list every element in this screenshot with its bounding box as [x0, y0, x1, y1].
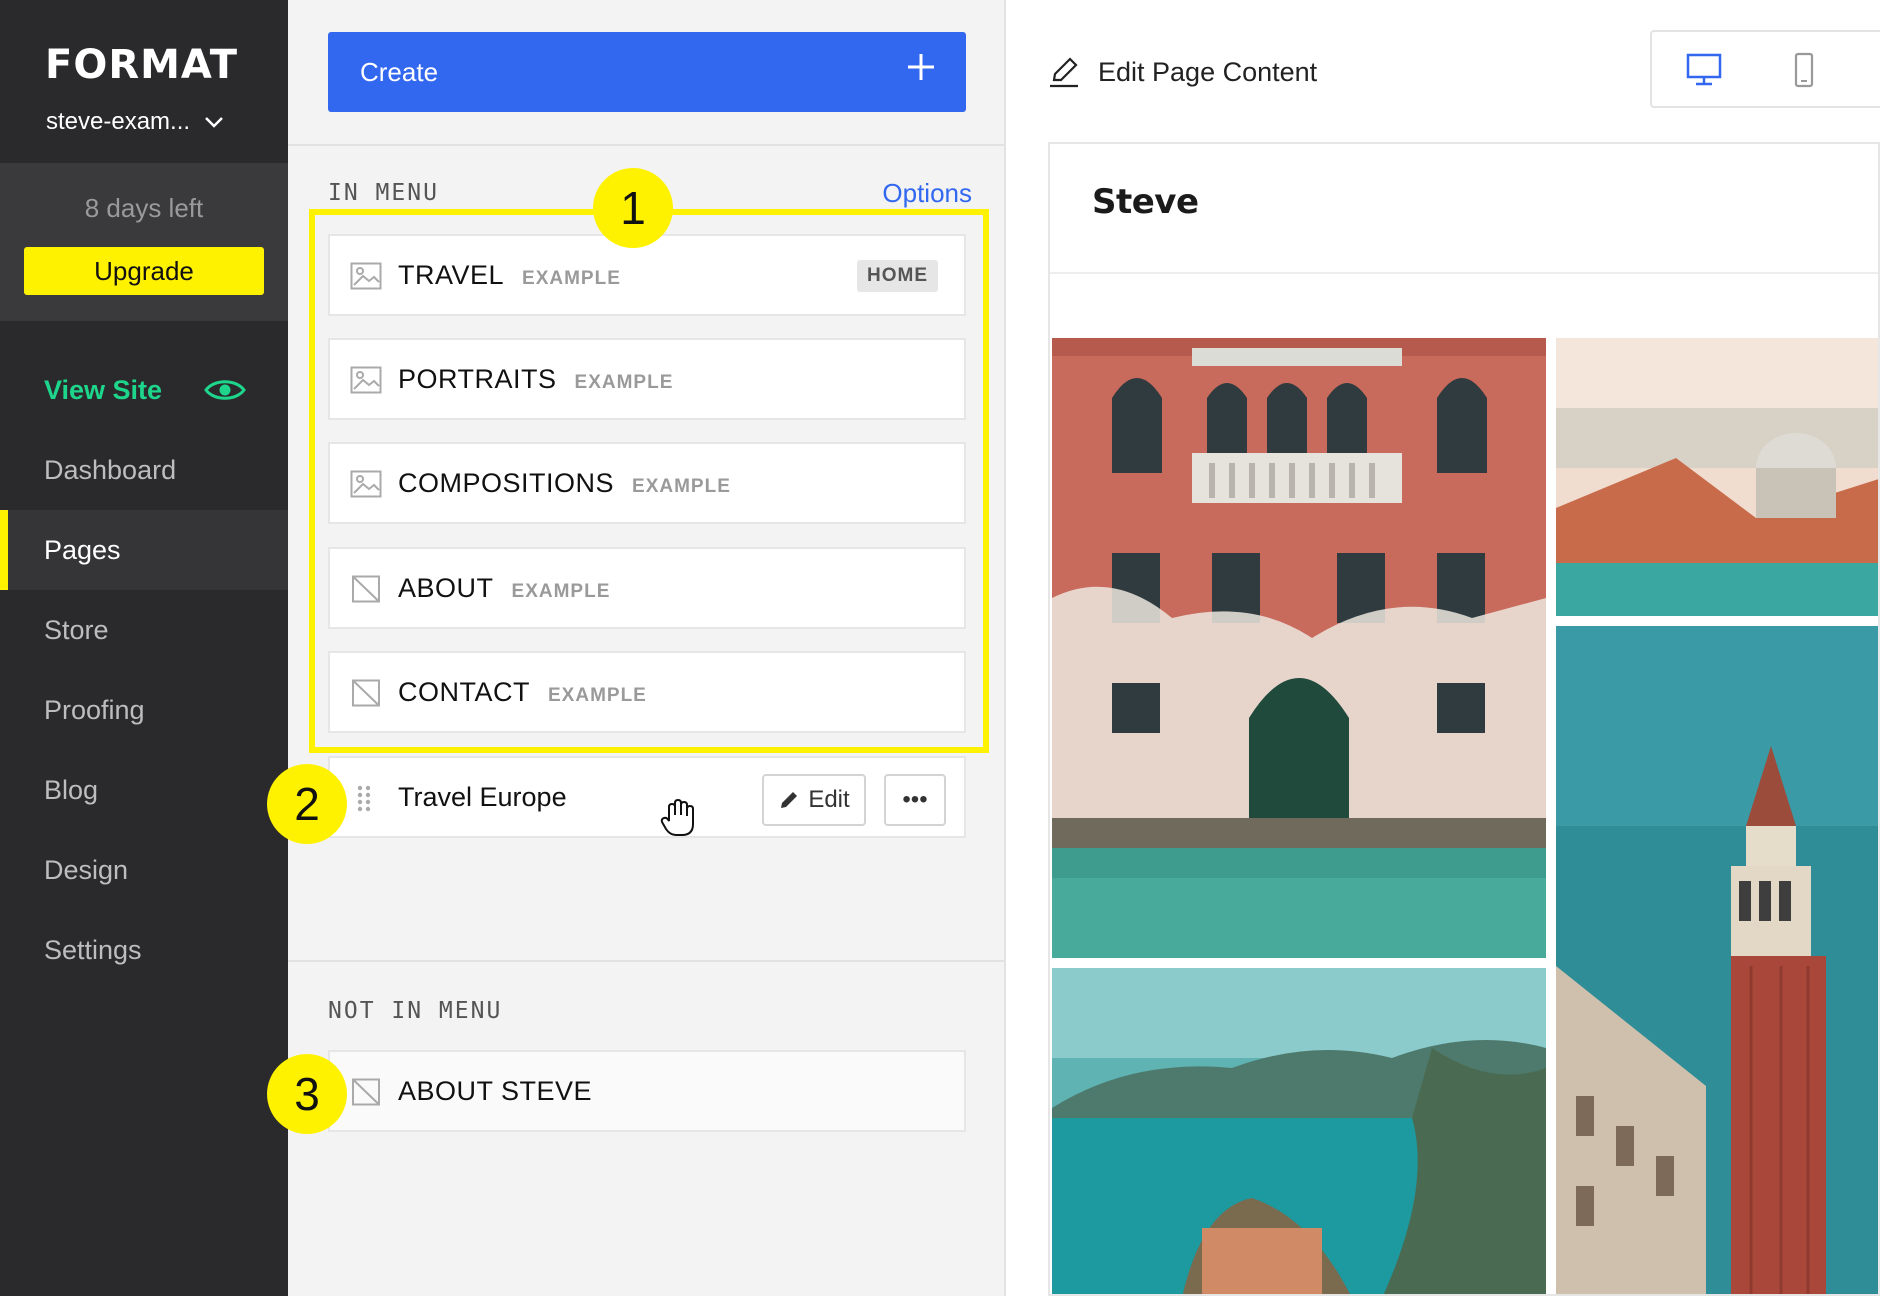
chevron-down-icon — [205, 117, 223, 128]
page-title: ABOUT EXAMPLE — [398, 573, 610, 604]
example-tag: EXAMPLE — [511, 580, 611, 602]
in-menu-label: IN MENU — [328, 180, 439, 206]
page-row-about-steve[interactable]: ABOUT STEVE — [328, 1050, 966, 1132]
page-row-travel[interactable]: TRAVEL EXAMPLE HOME — [328, 234, 966, 316]
panel-divider — [288, 144, 1004, 146]
trial-panel: 8 days left Upgrade — [0, 163, 288, 321]
sidebar-item-design[interactable]: Design — [0, 830, 288, 910]
eye-icon — [204, 380, 246, 400]
panel-divider — [288, 960, 1004, 962]
site-switcher[interactable]: steve-exam... — [46, 105, 246, 139]
page-title-text: Travel Europe — [398, 781, 567, 812]
page-row-portraits[interactable]: PORTRAITS EXAMPLE — [328, 338, 966, 420]
page-title-text: PORTRAITS — [398, 363, 557, 394]
pencil-icon — [781, 792, 798, 808]
site-preview: Steve — [1048, 142, 1880, 1296]
desktop-icon[interactable] — [1684, 52, 1724, 88]
edit-page-content-button[interactable]: Edit Page Content — [1048, 56, 1317, 88]
photo-venice-aerial[interactable] — [1556, 338, 1878, 616]
home-badge: HOME — [857, 260, 938, 292]
preview-divider — [1050, 272, 1878, 274]
text-page-icon — [352, 575, 380, 603]
edit-page-content-label: Edit Page Content — [1098, 56, 1318, 87]
edit-button[interactable]: Edit — [762, 774, 866, 826]
callout-3: 3 — [267, 1054, 347, 1134]
sidebar-item-store[interactable]: Store — [0, 590, 288, 670]
trial-days-left: 8 days left — [84, 193, 204, 223]
page-title-text: TRAVEL — [398, 259, 505, 290]
upgrade-button[interactable]: Upgrade — [24, 247, 264, 295]
grab-cursor-icon — [660, 798, 694, 836]
gallery-icon — [350, 470, 382, 498]
page-title-text: ABOUT STEVE — [398, 1075, 593, 1106]
page-row-about[interactable]: ABOUT EXAMPLE — [328, 547, 966, 629]
create-label: Create — [360, 56, 439, 87]
callout-1: 1 — [593, 168, 673, 248]
sidebar-item-dashboard[interactable]: Dashboard — [0, 430, 288, 510]
page-title: CONTACT EXAMPLE — [398, 677, 647, 708]
page-row-contact[interactable]: CONTACT EXAMPLE — [328, 651, 966, 733]
page-title: PORTRAITS EXAMPLE — [398, 364, 673, 395]
page-title: TRAVEL EXAMPLE — [398, 260, 621, 291]
sidebar-item-pages[interactable]: Pages — [0, 510, 288, 590]
device-toggle — [1650, 30, 1880, 108]
page-row-travel-europe[interactable]: Travel Europe Edit ••• — [328, 756, 966, 838]
site-name: steve-exam... — [46, 108, 191, 135]
mobile-icon[interactable] — [1784, 52, 1824, 88]
text-page-icon — [352, 679, 380, 707]
text-page-icon — [352, 1078, 380, 1106]
example-tag: EXAMPLE — [522, 267, 621, 289]
gallery-icon — [350, 262, 382, 290]
sidebar-item-proofing[interactable]: Proofing — [0, 670, 288, 750]
format-logo[interactable]: FORMAT — [45, 42, 238, 88]
options-link[interactable]: Options — [882, 178, 972, 209]
page-row-compositions[interactable]: COMPOSITIONS EXAMPLE — [328, 442, 966, 524]
page-title-text: ABOUT — [398, 572, 494, 603]
drag-handle-icon[interactable] — [356, 784, 372, 814]
view-site-label: View Site — [44, 374, 163, 405]
example-tag: EXAMPLE — [632, 475, 731, 497]
page-title-text: COMPOSITIONS — [398, 467, 615, 498]
photo-venice-building[interactable] — [1052, 338, 1546, 958]
not-in-menu-label: NOT IN MENU — [328, 998, 503, 1024]
page-title-text: CONTACT — [398, 676, 530, 707]
sidebar-item-blog[interactable]: Blog — [0, 750, 288, 830]
callout-2: 2 — [267, 764, 347, 844]
preview-toolbar: Edit Page Content — [1008, 0, 1880, 140]
sidebar: FORMAT steve-exam... 8 days left Upgrade… — [0, 0, 288, 1296]
pencil-icon — [1050, 57, 1078, 88]
preview-site-title[interactable]: Steve — [1092, 182, 1199, 222]
example-tag: EXAMPLE — [574, 371, 674, 393]
create-button[interactable]: Create — [328, 32, 966, 112]
more-options-button[interactable]: ••• — [884, 774, 946, 826]
view-site-link[interactable]: View Site — [0, 350, 288, 430]
example-tag: EXAMPLE — [548, 684, 647, 706]
page-title: COMPOSITIONS EXAMPLE — [398, 468, 731, 499]
edit-label: Edit — [808, 786, 850, 813]
photo-coastal-village[interactable] — [1052, 968, 1546, 1294]
gallery-icon — [350, 366, 382, 394]
plus-icon — [908, 54, 934, 80]
sidebar-item-settings[interactable]: Settings — [0, 910, 288, 990]
photo-campanile[interactable] — [1556, 626, 1878, 1294]
